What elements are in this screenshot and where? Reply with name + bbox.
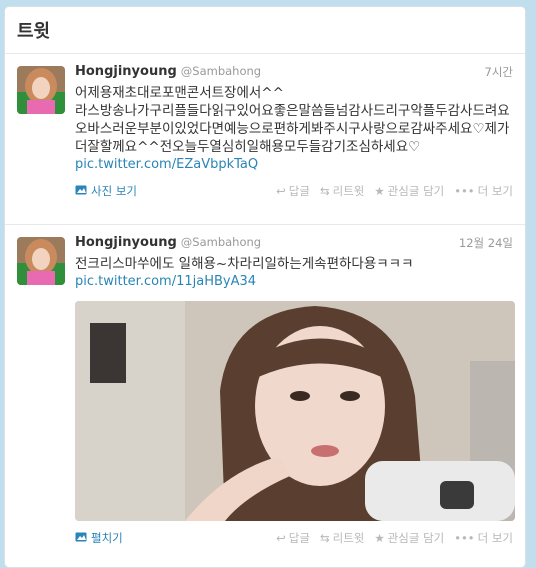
tweet-text: 어제용재초대로포맨콘서트장에서^^ 라스방송나가구리플들다읽구있어요좋은말씀들넘… <box>75 84 513 156</box>
tweet-text: 전크리스마쑤에도 일해용~차라리일하는게속편하다용ㅋㅋㅋ <box>75 255 513 273</box>
tweet-item[interactable]: Hongjinyoung @Sambahong 12월 24일 전크리스마쑤에도… <box>5 224 525 567</box>
more-dots-icon: ••• <box>454 184 475 198</box>
tweet-link[interactable]: pic.twitter.com/EZaVbpkTaQ <box>75 156 513 174</box>
more-label: 더 보기 <box>477 184 513 198</box>
retweet-label: 리트윗 <box>332 184 365 198</box>
retweet-icon: ⇆ <box>319 531 330 545</box>
tweet-header: Hongjinyoung @Sambahong <box>75 64 513 84</box>
author-name[interactable]: Hongjinyoung <box>75 235 177 250</box>
tweet-line: 전크리스마쑤에도 일해용~차라리일하는게속편하다용ㅋㅋㅋ <box>75 256 414 272</box>
tweet-line: 어제용재초대로포맨콘서트장에서^^ <box>75 85 284 101</box>
reply-icon: ↩ <box>276 531 286 545</box>
panel-header: 트윗 <box>5 7 525 54</box>
author-name[interactable]: Hongjinyoung <box>75 64 177 79</box>
tweet-actions: 사진 보기 ↩ 답글 ⇆ 리트윗 ★ 관심글 담기 ••• 더 보기 <box>75 177 513 205</box>
action-group: ↩ 답글 ⇆ 리트윗 ★ 관심글 담기 ••• 더 보기 <box>276 183 513 199</box>
avatar[interactable] <box>17 66 65 114</box>
favorite-label: 관심글 담기 <box>387 184 445 198</box>
more-dots-icon: ••• <box>454 531 475 545</box>
avatar[interactable] <box>17 237 65 285</box>
tweet-header: Hongjinyoung @Sambahong <box>75 235 513 255</box>
tweet-link[interactable]: pic.twitter.com/11jaHByA34 <box>75 273 513 291</box>
favorite-button[interactable]: ★ 관심글 담기 <box>374 183 444 199</box>
tweet-line: 오바스러운부분이있었다면예능으로편하게봐주시구사랑으로감싸주세요♡제가더잘할께요… <box>75 121 510 155</box>
more-button[interactable]: ••• 더 보기 <box>454 183 513 199</box>
panel-title: 트윗 <box>17 21 51 42</box>
expand-icon <box>75 531 87 545</box>
tweet-time[interactable]: 12월 24일 <box>459 235 513 251</box>
tweet-item[interactable]: Hongjinyoung @Sambahong 7시간 어제용재초대로포맨콘서트… <box>5 54 525 224</box>
tweet-panel: 트윗 Hongjinyoung @Sambahong 7시간 어제용재초대로포맨… <box>4 6 526 568</box>
author-handle[interactable]: @Sambahong <box>181 64 261 78</box>
tweet-actions: 펼치기 ↩ 답글 ⇆ 리트윗 ★ 관심글 담기 ••• 더 보기 <box>75 524 513 552</box>
star-icon: ★ <box>374 184 385 198</box>
author-handle[interactable]: @Sambahong <box>181 235 261 249</box>
tweet-body: Hongjinyoung @Sambahong 7시간 어제용재초대로포맨콘서트… <box>75 64 513 205</box>
reply-label: 답글 <box>288 184 310 198</box>
view-photo-label: 사진 보기 <box>91 184 137 198</box>
star-icon: ★ <box>374 531 385 545</box>
retweet-icon: ⇆ <box>319 184 330 198</box>
tweet-time[interactable]: 7시간 <box>485 64 513 80</box>
photo-icon <box>75 184 87 198</box>
tweet-line: 라스방송나가구리플들다읽구있어요좋은말씀들넘감사드리구악플두감사드려요 <box>75 103 510 119</box>
view-photo-button[interactable]: 사진 보기 <box>75 183 137 199</box>
reply-button[interactable]: ↩ 답글 <box>276 183 310 199</box>
reply-icon: ↩ <box>276 184 286 198</box>
tweet-photo[interactable] <box>75 301 515 521</box>
tweet-body: Hongjinyoung @Sambahong 12월 24일 전크리스마쑤에도… <box>75 235 515 552</box>
retweet-button[interactable]: ⇆ 리트윗 <box>320 183 364 199</box>
